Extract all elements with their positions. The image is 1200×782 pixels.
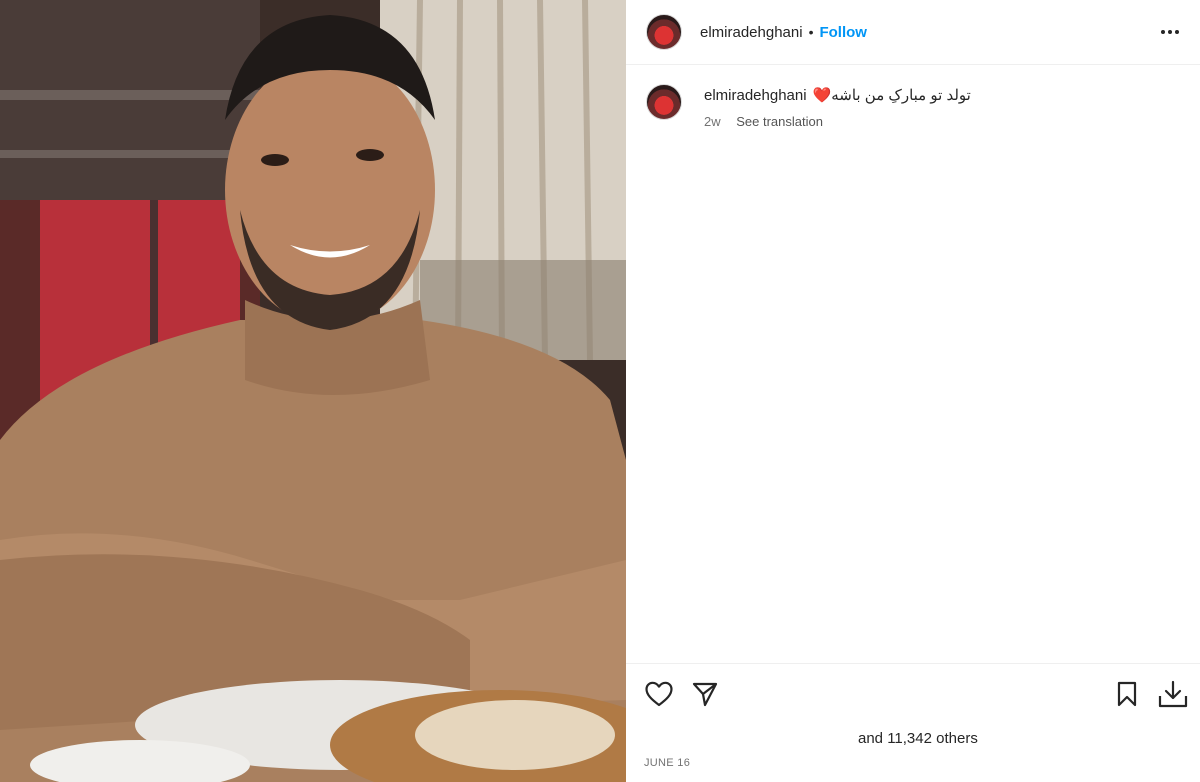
separator-dot: •: [808, 24, 814, 40]
post-photo: [0, 0, 626, 782]
more-options-icon[interactable]: [1158, 20, 1182, 44]
likes-count[interactable]: and 11,342 others: [858, 730, 978, 747]
time-ago[interactable]: 2w: [704, 114, 721, 129]
caption-line: elmiradehghani تولد تو مبارکِ من باشه❤️: [704, 86, 971, 106]
heart-icon[interactable]: [644, 679, 674, 709]
man-portrait-image: [0, 0, 626, 782]
username-link[interactable]: elmiradehghani: [700, 24, 803, 41]
caption-body: elmiradehghani تولد تو مبارکِ من باشه❤️ 2…: [704, 86, 971, 129]
bookmark-icon[interactable]: [1112, 679, 1142, 709]
see-translation-button[interactable]: See translation: [736, 114, 823, 129]
caption-meta: 2w See translation: [704, 114, 971, 129]
post-date: JUNE 16: [644, 757, 691, 769]
caption-text: تولد تو مبارکِ من باشه❤️: [812, 87, 971, 104]
caption-comment: elmiradehghani تولد تو مبارکِ من باشه❤️ 2…: [646, 84, 971, 129]
paper-plane-icon[interactable]: [690, 679, 720, 709]
post-side-panel: elmiradehghani • Follow elmiradehghani تو…: [626, 0, 1200, 782]
actions-divider: [626, 663, 1200, 664]
caption-username[interactable]: elmiradehghani: [704, 87, 807, 104]
user-avatar[interactable]: [646, 14, 682, 50]
caption-avatar[interactable]: [646, 84, 682, 120]
post-header: elmiradehghani • Follow: [626, 0, 1200, 65]
follow-button[interactable]: Follow: [819, 24, 867, 41]
download-icon[interactable]: [1158, 679, 1188, 709]
